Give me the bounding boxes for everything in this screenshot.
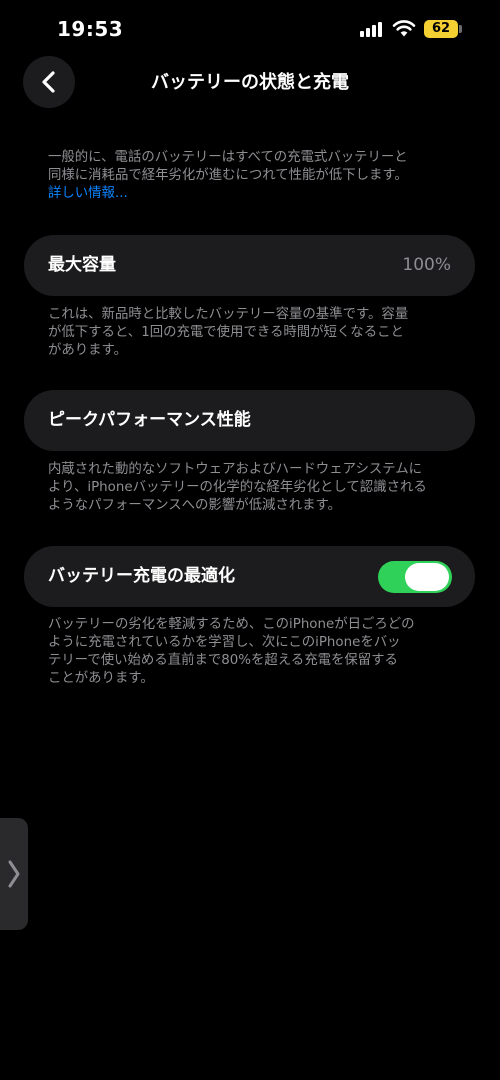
learn-more-link[interactable]: 詳しい情報...: [48, 185, 458, 203]
side-drawer-handle[interactable]: [0, 818, 28, 930]
peak-performance-row: ピークパフォーマンス性能: [24, 390, 475, 451]
peak-performance-label: ピークパフォーマンス性能: [48, 410, 251, 430]
toggle-knob: [405, 563, 449, 591]
battery-health-screen: 19:53 62 バッテリーの状態と充電 一般的に、電話のバッテリーはすべての充…: [0, 0, 500, 1080]
max-capacity-desc-line-1: これは、新品時と比較したバッテリー容量の基準です。容量: [48, 307, 409, 322]
cellular-signal-icon: [360, 22, 384, 37]
status-bar: 19:53 62: [0, 0, 500, 60]
max-capacity-desc-line-2: が低下すると、1回の充電で使用できる時間が短くなること: [48, 325, 404, 340]
optimized-charging-desc-line-1: バッテリーの劣化を軽減するため、このiPhoneが日ごろどの: [48, 617, 415, 632]
optimized-charging-row: バッテリー充電の最適化: [24, 546, 475, 607]
peak-performance-desc-line-3: ようなパフォーマンスへの影響が低減されます。: [48, 498, 341, 513]
optimized-charging-label: バッテリー充電の最適化: [48, 566, 235, 586]
peak-performance-desc-line-2: より、iPhoneバッテリーの化学的な経年劣化として認識される: [48, 480, 427, 495]
optimized-charging-toggle[interactable]: [378, 561, 452, 593]
optimized-charging-description: バッテリーの劣化を軽減するため、このiPhoneが日ごろどの ように充電されてい…: [48, 616, 458, 688]
peak-performance-description: 内蔵された動的なソフトウェアおよびハードウェアシステムに より、iPhoneバッ…: [48, 461, 458, 515]
wifi-icon: [392, 20, 416, 37]
status-time: 19:53: [57, 17, 124, 41]
max-capacity-desc-line-3: があります。: [48, 343, 128, 358]
max-capacity-label: 最大容量: [48, 255, 116, 275]
max-capacity-row: 最大容量 100%: [24, 235, 475, 296]
max-capacity-description: これは、新品時と比較したバッテリー容量の基準です。容量 が低下すると、1回の充電…: [48, 306, 458, 360]
max-capacity-value: 100%: [402, 255, 451, 275]
battery-cap: [459, 25, 462, 33]
battery-icon: 62: [424, 20, 458, 38]
optimized-charging-desc-line-2: ように充電されているかを学習し、次にこのiPhoneをバッ: [48, 635, 401, 650]
intro-description: 一般的に、電話のバッテリーはすべての充電式バッテリーと 同様に消耗品で経年劣化が…: [48, 149, 458, 203]
optimized-charging-desc-line-3: テリーで使い始める直前まで80%を超える充電を保留する: [48, 653, 398, 668]
intro-line-1: 一般的に、電話のバッテリーはすべての充電式バッテリーと: [48, 150, 408, 165]
chevron-right-icon: [8, 860, 20, 888]
intro-line-2: 同様に消耗品で経年劣化が進むにつれて性能が低下します。: [48, 168, 408, 183]
peak-performance-desc-line-1: 内蔵された動的なソフトウェアおよびハードウェアシステムに: [48, 462, 422, 477]
battery-level: 62: [431, 21, 451, 36]
optimized-charging-desc-line-4: ことがあります。: [48, 671, 154, 686]
page-title: バッテリーの状態と充電: [151, 72, 349, 93]
